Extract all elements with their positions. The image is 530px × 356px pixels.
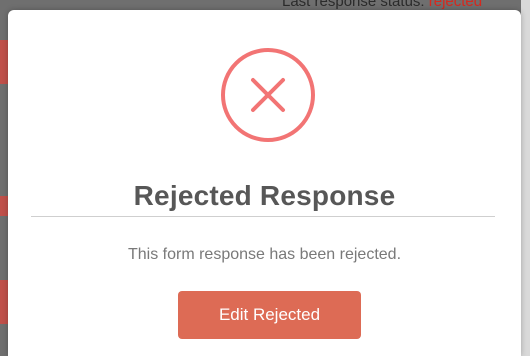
background-status-line: Last response status: rejected [282, 0, 482, 10]
rejected-response-dialog: Rejected Response This form response has… [8, 10, 521, 356]
edit-rejected-button[interactable]: Edit Rejected [178, 291, 361, 339]
background-status-value: rejected [428, 0, 483, 10]
close-circle-icon [220, 47, 316, 143]
background-status-label: Last response status: [282, 0, 429, 10]
dialog-message: This form response has been rejected. [127, 246, 402, 263]
dialog-divider [31, 216, 495, 217]
dialog-title: Rejected Response [133, 180, 396, 211]
background-row-marker [0, 40, 8, 84]
background-scroll-edge [521, 0, 530, 356]
background-row-marker [0, 196, 8, 216]
background-row-marker [0, 280, 8, 324]
